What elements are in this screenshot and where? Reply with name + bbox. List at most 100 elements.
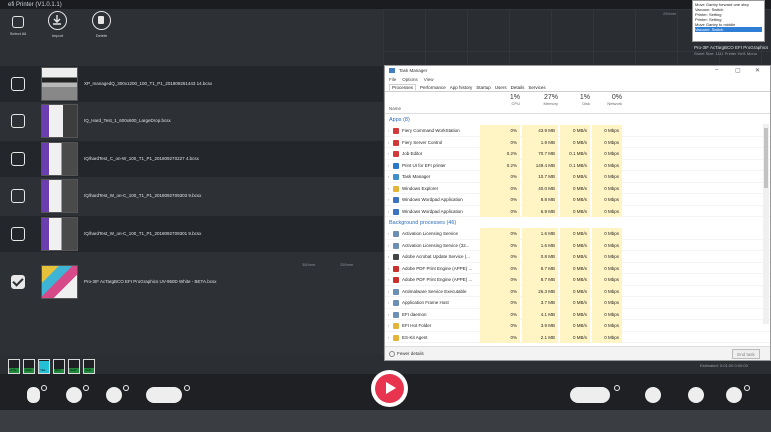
ink-gauge: VAR bbox=[83, 359, 95, 374]
tab-details[interactable]: Details bbox=[511, 85, 525, 90]
process-row[interactable]: › ES-Kit Agent 0% 2.1 MB 0 MB/s 0 Mbps bbox=[385, 331, 770, 343]
process-row[interactable]: › Windows Wordpad Application 0% 8.8 MB 0 MB… bbox=[385, 194, 770, 206]
ink-label: YEL bbox=[40, 368, 46, 372]
file-checkbox[interactable] bbox=[11, 189, 25, 203]
process-memory: 26.3 MB bbox=[522, 285, 558, 297]
file-checkbox[interactable] bbox=[11, 77, 25, 91]
process-row[interactable]: › Activation Licensing Service 0% 1.6 MB 0 M… bbox=[385, 228, 770, 240]
process-network: 0 Mbps bbox=[592, 331, 622, 343]
menu-view[interactable]: View bbox=[424, 77, 434, 82]
end-task-button[interactable]: End task bbox=[732, 349, 760, 359]
printhead-icon bbox=[106, 387, 122, 403]
menu-file[interactable]: File bbox=[389, 77, 396, 82]
column-network[interactable]: 0% Network bbox=[592, 94, 622, 106]
file-row[interactable]: XP_managedQ_300x1200_100_T1_P1_201809261… bbox=[0, 66, 383, 102]
action-list[interactable]: Move Gantry forward one step Vacuum: Swi… bbox=[692, 0, 765, 42]
file-name: IQ/hardTest_W_on-C_100_T1_P1_20180927093… bbox=[84, 231, 202, 236]
tab-services[interactable]: Services bbox=[528, 85, 545, 90]
menu-options[interactable]: Options bbox=[402, 77, 418, 82]
task-manager-window[interactable]: Task Manager – ▢ ✕ File Options View Pro… bbox=[384, 65, 771, 361]
process-scrollbar[interactable] bbox=[763, 124, 769, 324]
expand-arrow-icon[interactable]: › bbox=[388, 140, 389, 145]
play-button[interactable] bbox=[371, 370, 408, 407]
process-row[interactable]: › Activation Licensing Service (32... 0% 1.… bbox=[385, 239, 770, 251]
expand-arrow-icon[interactable]: › bbox=[388, 186, 389, 191]
fewer-details-link[interactable]: Fewer details bbox=[397, 351, 424, 356]
file-row[interactable]: IQ/hardTest_W_on-C_100_T1_P1_20180927093… bbox=[0, 216, 383, 252]
process-row[interactable]: › Windows Wordpad Application 0% 6.9 MB 0 MB… bbox=[385, 205, 770, 217]
tm-maximize-button[interactable]: ▢ bbox=[735, 67, 741, 74]
action-item-selected[interactable]: Vacuum: Switch bbox=[695, 27, 762, 32]
tab-app-history[interactable]: App history bbox=[450, 85, 473, 90]
process-row[interactable]: › Antimalware Service Executable 0% 26.3 MB… bbox=[385, 285, 770, 297]
process-icon bbox=[393, 208, 399, 215]
file-row-selected[interactable]: Pro-3IF AcTargBCO EFI ProGraphics UV-950… bbox=[0, 264, 383, 300]
process-network: 0 Mbps bbox=[592, 136, 622, 148]
tm-close-button[interactable]: ✕ bbox=[755, 67, 760, 74]
home-z-button[interactable] bbox=[688, 387, 704, 403]
process-cpu: 0% bbox=[480, 320, 520, 332]
tm-minimize-button[interactable]: – bbox=[715, 67, 718, 73]
process-cpu: 0% bbox=[480, 285, 520, 297]
column-memory[interactable]: 27% Memory bbox=[522, 94, 558, 106]
process-row[interactable]: › Windows Explorer 0% 40.0 MB 0 MB/s 0 Mbps bbox=[385, 182, 770, 194]
expand-arrow-icon[interactable]: › bbox=[388, 243, 389, 248]
expand-arrow-icon[interactable]: › bbox=[388, 335, 389, 340]
process-row[interactable]: › Fiery Command WorkStation 0% 43.9 MB 0 MB/… bbox=[385, 125, 770, 137]
file-row[interactable]: IQ/hardTest_W_on-C_100_T1_P1_20180927093… bbox=[0, 178, 383, 214]
delete-button[interactable]: Delete bbox=[89, 11, 114, 38]
process-row[interactable]: › Task Manager 0% 10.7 MB 0 MB/s 0 Mbps bbox=[385, 171, 770, 183]
expand-arrow-icon[interactable]: › bbox=[388, 197, 389, 202]
expand-arrow-icon[interactable]: › bbox=[388, 163, 389, 168]
vacuum-button[interactable] bbox=[645, 387, 661, 403]
tab-users[interactable]: Users bbox=[495, 85, 507, 90]
scrollbar-thumb[interactable] bbox=[764, 128, 768, 188]
ink-label: VAR bbox=[85, 368, 91, 372]
column-name[interactable]: Name bbox=[389, 106, 401, 111]
media-icon bbox=[66, 387, 82, 403]
process-network: 0 Mbps bbox=[592, 308, 622, 320]
process-row[interactable]: › EFI Hot Folder 0% 3.9 MB 0 MB/s 0 Mbps bbox=[385, 320, 770, 332]
process-network: 0 Mbps bbox=[592, 125, 622, 137]
process-memory: 1.6 MB bbox=[522, 228, 558, 240]
file-row[interactable]: IQ_Hard_Test_1_600x600_LargeDrop.bcsx bbox=[0, 103, 383, 139]
process-row[interactable]: › EFI daemon 0% 4.1 MB 0 MB/s 0 Mbps bbox=[385, 308, 770, 320]
process-row[interactable]: › Adobe Acrobat Update Service (... 0% 0.8 … bbox=[385, 251, 770, 263]
file-checkbox[interactable] bbox=[11, 152, 25, 166]
process-name: Antimalware Service Executable bbox=[402, 288, 467, 294]
process-row[interactable]: › Adobe PDF Print Engine (APPE) ... 0% 8.7 … bbox=[385, 274, 770, 286]
process-row[interactable]: › Application Frame Host 0% 3.7 MB 0 MB/s 0 M… bbox=[385, 297, 770, 309]
expand-arrow-icon[interactable]: › bbox=[388, 300, 389, 305]
file-checkbox[interactable] bbox=[11, 227, 25, 241]
expand-arrow-icon[interactable]: › bbox=[388, 254, 389, 259]
expand-arrow-icon[interactable]: › bbox=[388, 174, 389, 179]
expand-arrow-icon[interactable]: › bbox=[388, 231, 389, 236]
tab-startup[interactable]: Startup bbox=[476, 85, 491, 90]
import-button[interactable]: Import bbox=[45, 11, 70, 38]
select-all-button[interactable]: Select All bbox=[8, 11, 28, 36]
process-memory: 2.1 MB bbox=[522, 331, 558, 343]
expand-arrow-icon[interactable]: › bbox=[388, 151, 389, 156]
process-name: Activation Licensing Service (32... bbox=[402, 242, 470, 248]
file-row[interactable]: IQ/hardTest_C_on-W_100_T1_P1_20180927022… bbox=[0, 141, 383, 177]
expand-arrow-icon[interactable]: › bbox=[388, 209, 389, 214]
expand-arrow-icon[interactable]: › bbox=[388, 289, 389, 294]
process-memory: 70.7 MB bbox=[522, 148, 558, 160]
expand-arrow-icon[interactable]: › bbox=[388, 312, 389, 317]
process-row[interactable]: › Adobe PDF Print Engine (APPE) ... 0% 8.7 … bbox=[385, 262, 770, 274]
tab-performance[interactable]: Performance bbox=[420, 85, 446, 90]
file-checkbox[interactable] bbox=[11, 114, 25, 128]
process-row[interactable]: › Job Editor 0.2% 70.7 MB 0.1 MB/s 0 Mbps bbox=[385, 148, 770, 160]
expand-arrow-icon[interactable]: › bbox=[388, 266, 389, 271]
expand-arrow-icon[interactable]: › bbox=[388, 323, 389, 328]
tab-processes[interactable]: Processes bbox=[389, 83, 417, 91]
column-disk[interactable]: 1% Disk bbox=[560, 94, 590, 106]
process-row[interactable]: › Print UI for EFI printer 0.2% 149.4 MB 0.1… bbox=[385, 159, 770, 171]
expand-arrow-icon[interactable]: › bbox=[388, 128, 389, 133]
gear-icon bbox=[123, 385, 129, 391]
expand-arrow-icon[interactable]: › bbox=[388, 277, 389, 282]
process-row[interactable]: › Fiery Server Control 0% 1.9 MB 0 MB/s 0 Mbp… bbox=[385, 136, 770, 148]
column-cpu[interactable]: 1% CPU bbox=[480, 94, 520, 106]
process-icon bbox=[393, 197, 399, 203]
file-checkbox-checked[interactable] bbox=[11, 275, 25, 289]
